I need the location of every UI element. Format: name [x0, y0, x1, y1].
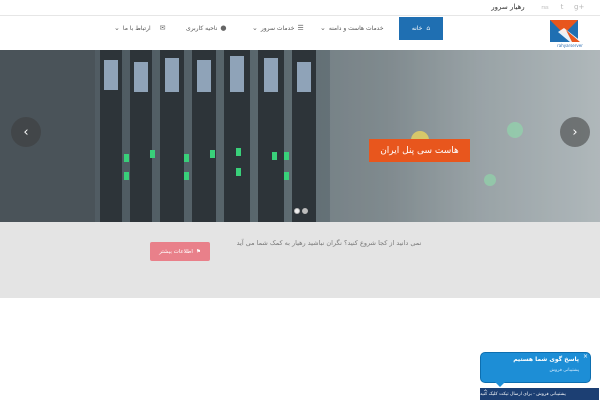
- band-text: نمی دانید از کجا شروع کنید؟ نگران نباشید…: [236, 239, 422, 247]
- server-rack-image: [0, 50, 600, 222]
- nav-home-label: خانه: [411, 25, 423, 32]
- flag-icon: ⚑: [195, 248, 201, 255]
- rss-icon[interactable]: rss: [540, 5, 550, 11]
- nav-item-server-label: خدمات سرور: [260, 24, 295, 32]
- google-plus-icon[interactable]: g+: [574, 3, 584, 11]
- chat-bubble-tail: [495, 382, 505, 387]
- logo-caption: rahyarserver: [557, 43, 583, 48]
- page: g+ t rss رهیار سرور rahyarserver خانه ⌂ …: [0, 0, 600, 400]
- chevron-right-icon: ›: [572, 124, 578, 140]
- more-info-button[interactable]: اطلاعات بیشتر ⚑: [150, 242, 210, 261]
- slide-caption: هاست سی پنل ایران: [369, 139, 470, 162]
- chat-bar-text: پشتیبانی فروش - برای ارسال تیکت کلیک کنی…: [480, 391, 566, 397]
- chevron-up-icon[interactable]: ⌃: [483, 389, 488, 396]
- nav-item-hosting[interactable]: ⌄ خدمات هاست و دامنه: [320, 24, 384, 32]
- chevron-left-icon: ‹: [23, 124, 29, 140]
- chat-bar[interactable]: پشتیبانی فروش - برای ارسال تیکت کلیک کنی…: [480, 388, 599, 400]
- main-nav: rahyarserver خانه ⌂ ⌄ خدمات هاست و دامنه…: [0, 16, 600, 50]
- user-icon: ●: [220, 24, 227, 32]
- info-band: نمی دانید از کجا شروع کنید؟ نگران نباشید…: [0, 222, 600, 298]
- slider-prev-button[interactable]: ‹: [11, 117, 41, 147]
- slider-dot[interactable]: [302, 208, 308, 214]
- hero-slider: ‹ › هاست سی پنل ایران: [0, 50, 600, 222]
- nav-item-hosting-label: خدمات هاست و دامنه: [328, 24, 384, 32]
- more-info-label: اطلاعات بیشتر: [159, 248, 193, 255]
- chevron-down-icon: ⌄: [252, 24, 258, 32]
- nav-item-contact[interactable]: ⌄ ارتباط با ما ✉: [114, 24, 166, 32]
- chevron-down-icon: ⌄: [320, 24, 326, 32]
- nav-item-contact-label: ارتباط با ما: [122, 24, 151, 32]
- nav-item-server[interactable]: ⌄ خدمات سرور ☰: [252, 24, 304, 32]
- chevron-down-icon: ⌄: [114, 24, 120, 32]
- close-icon[interactable]: ×: [583, 353, 588, 360]
- brand-text: رهیار سرور: [491, 3, 525, 11]
- nav-item-account[interactable]: ناحیه کاربری ●: [186, 24, 227, 32]
- twitter-icon[interactable]: t: [557, 3, 567, 11]
- nav-home[interactable]: خانه ⌂: [399, 17, 443, 40]
- chat-title: پاسخ گوی شما هستیم: [513, 356, 579, 363]
- chat-subtitle: پشتیبانی فروش: [549, 368, 579, 373]
- top-bar: g+ t rss رهیار سرور: [0, 0, 600, 16]
- slider-dot[interactable]: [294, 208, 300, 214]
- list-icon: ☰: [297, 24, 304, 32]
- nav-item-account-label: ناحیه کاربری: [186, 24, 218, 32]
- slider-next-button[interactable]: ›: [560, 117, 590, 147]
- home-icon: ⌂: [426, 25, 431, 32]
- envelope-icon: ✉: [159, 24, 166, 32]
- chat-bubble[interactable]: × پاسخ گوی شما هستیم پشتیبانی فروش: [480, 352, 591, 383]
